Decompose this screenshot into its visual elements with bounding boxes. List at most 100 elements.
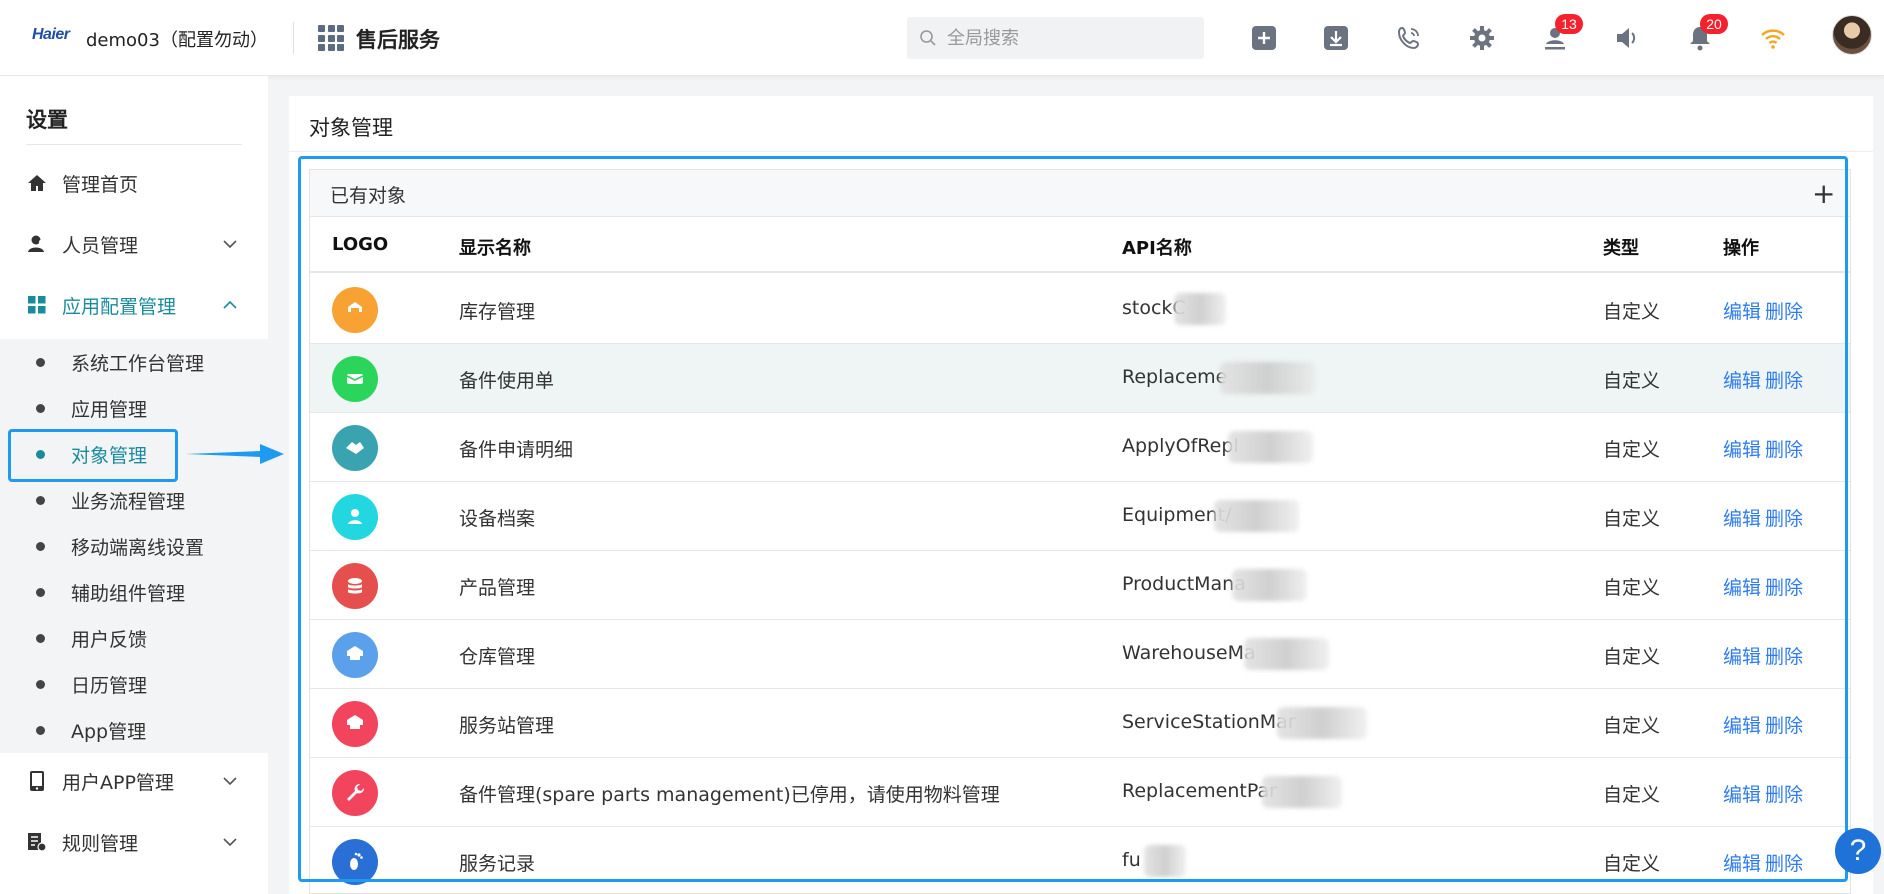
object-display-name: 备件使用单 xyxy=(459,370,555,392)
table-row[interactable]: 服务记录 fu 自定义 编辑 删除 xyxy=(310,827,1850,894)
help-button[interactable]: ? xyxy=(1835,828,1881,874)
bullet-dot xyxy=(36,679,45,689)
global-search[interactable] xyxy=(907,17,1204,59)
object-display-name: 设备档案 xyxy=(459,508,536,530)
panel-title: 已有对象 xyxy=(330,185,407,207)
user-avatar[interactable] xyxy=(1832,15,1872,55)
tenant-name[interactable]: demo03（配置勿动） xyxy=(86,26,268,52)
submenu-label: 业务流程管理 xyxy=(71,490,186,513)
add-object-button[interactable]: + xyxy=(1812,180,1835,208)
delete-link[interactable]: 删除 xyxy=(1765,573,1803,600)
bell-icon[interactable]: 20 xyxy=(1684,14,1728,54)
table-row[interactable]: 备件申请明细 ApplyOfRepl 自定义 编辑 删除 xyxy=(310,413,1850,482)
phone-icon xyxy=(26,770,48,792)
delete-link[interactable]: 删除 xyxy=(1765,849,1803,876)
table-row[interactable]: 产品管理 ProductMana 自定义 编辑 删除 xyxy=(310,551,1850,620)
table-row[interactable]: 服务站管理 ServiceStationMar 自定义 编辑 删除 xyxy=(310,689,1850,758)
edit-link[interactable]: 编辑 xyxy=(1723,780,1761,807)
object-type: 自定义 xyxy=(1603,370,1661,392)
rules-icon xyxy=(26,831,48,853)
delete-link[interactable]: 删除 xyxy=(1765,642,1803,669)
redaction-blur xyxy=(1277,707,1367,739)
app-name[interactable]: 售后服务 xyxy=(356,24,440,54)
haier-logo[interactable]: Haier xyxy=(32,26,70,44)
queue-badge: 13 xyxy=(1555,14,1583,34)
object-logo-icon xyxy=(332,563,378,609)
page-title: 对象管理 xyxy=(309,116,393,140)
bullet-dot xyxy=(36,633,45,643)
user-queue-icon[interactable]: 13 xyxy=(1539,14,1583,54)
delete-link[interactable]: 删除 xyxy=(1765,366,1803,393)
delete-link[interactable]: 删除 xyxy=(1765,711,1803,738)
phone-call-icon[interactable] xyxy=(1393,22,1425,54)
object-display-name: 备件申请明细 xyxy=(459,439,574,461)
edit-link[interactable]: 编辑 xyxy=(1723,297,1761,324)
bullet-dot xyxy=(36,725,45,735)
table-row[interactable]: 仓库管理 WarehouseMa 自定义 编辑 删除 xyxy=(310,620,1850,689)
table-row[interactable]: 备件管理(spare parts management)已停用，请使用物料管理 R… xyxy=(310,758,1850,827)
search-input[interactable] xyxy=(947,27,1197,49)
download-icon[interactable] xyxy=(1320,22,1352,54)
object-type: 自定义 xyxy=(1603,577,1661,599)
submenu-app[interactable]: App管理 xyxy=(0,707,268,753)
object-type: 自定义 xyxy=(1603,853,1661,875)
delete-link[interactable]: 删除 xyxy=(1765,435,1803,462)
edit-link[interactable]: 编辑 xyxy=(1723,366,1761,393)
submenu-app-management[interactable]: 应用管理 xyxy=(0,385,268,431)
object-api-name: ProductMana xyxy=(1122,573,1246,595)
column-header-display-name: 显示名称 xyxy=(459,238,531,259)
edit-link[interactable]: 编辑 xyxy=(1723,435,1761,462)
table-row[interactable]: 库存管理 stockC 自定义 编辑 删除 xyxy=(310,275,1850,344)
submenu-components[interactable]: 辅助组件管理 xyxy=(0,569,268,615)
submenu-label: 日历管理 xyxy=(71,674,148,697)
submenu-process[interactable]: 业务流程管理 xyxy=(0,477,268,523)
edit-link[interactable]: 编辑 xyxy=(1723,504,1761,531)
sidebar-item-rules[interactable]: 规则管理 xyxy=(0,817,268,867)
wifi-icon[interactable] xyxy=(1757,22,1789,54)
app-grid-icon[interactable] xyxy=(318,25,344,51)
object-type: 自定义 xyxy=(1603,508,1661,530)
objects-panel: 已有对象 + LOGO 显示名称 API名称 类型 操作 库存管理 stockC 自… xyxy=(309,169,1851,894)
object-api-name: ServiceStationMar xyxy=(1122,711,1296,733)
object-display-name: 产品管理 xyxy=(459,577,536,599)
column-header-logo: LOGO xyxy=(332,234,389,255)
chevron-up-icon xyxy=(223,300,237,309)
submenu-offline[interactable]: 移动端离线设置 xyxy=(0,523,268,569)
edit-link[interactable]: 编辑 xyxy=(1723,573,1761,600)
submenu-calendar[interactable]: 日历管理 xyxy=(0,661,268,707)
submenu-workbench[interactable]: 系统工作台管理 xyxy=(0,339,268,385)
edit-link[interactable]: 编辑 xyxy=(1723,849,1761,876)
object-display-name: 仓库管理 xyxy=(459,646,536,668)
sidebar-item-users[interactable]: 人员管理 xyxy=(0,219,268,269)
bullet-dot xyxy=(36,541,45,551)
panel-header: 已有对象 + xyxy=(310,170,1850,217)
object-api-name: Replaceme xyxy=(1122,366,1228,388)
redaction-blur xyxy=(1228,431,1313,463)
add-icon[interactable] xyxy=(1248,22,1280,54)
chevron-down-icon xyxy=(223,777,237,786)
delete-link[interactable]: 删除 xyxy=(1765,780,1803,807)
edit-link[interactable]: 编辑 xyxy=(1723,711,1761,738)
submenu-label: 移动端离线设置 xyxy=(71,536,205,559)
sidebar-item-label: 用户APP管理 xyxy=(62,771,174,794)
sidebar-item-home[interactable]: 管理首页 xyxy=(0,158,268,208)
table-row[interactable]: 设备档案 Equipment/自定义 编辑 删除 xyxy=(310,482,1850,551)
title-divider xyxy=(289,151,1873,152)
highlight-box-sidebar xyxy=(8,429,178,482)
delete-link[interactable]: 删除 xyxy=(1765,504,1803,531)
speaker-icon[interactable] xyxy=(1611,22,1643,54)
settings-sidebar: 设置 管理首页 人员管理 应用配置管理 系统工作台管理 应用管理 对象管理 业务… xyxy=(0,76,268,894)
sidebar-divider xyxy=(26,144,242,145)
sidebar-item-label: 规则管理 xyxy=(62,832,139,855)
object-display-name: 服务记录 xyxy=(459,853,536,875)
table-row[interactable]: 备件使用单 Replaceme 自定义 编辑 删除 xyxy=(310,344,1850,413)
object-display-name: 备件管理(spare parts management)已停用，请使用物料管理 xyxy=(459,784,1000,806)
sidebar-item-user-app[interactable]: 用户APP管理 xyxy=(0,756,268,806)
edit-link[interactable]: 编辑 xyxy=(1723,642,1761,669)
redaction-blur xyxy=(1232,569,1307,601)
gear-icon[interactable] xyxy=(1466,22,1498,54)
submenu-feedback[interactable]: 用户反馈 xyxy=(0,615,268,661)
object-display-name: 服务站管理 xyxy=(459,715,555,737)
sidebar-item-app-config[interactable]: 应用配置管理 xyxy=(0,280,268,330)
delete-link[interactable]: 删除 xyxy=(1765,297,1803,324)
